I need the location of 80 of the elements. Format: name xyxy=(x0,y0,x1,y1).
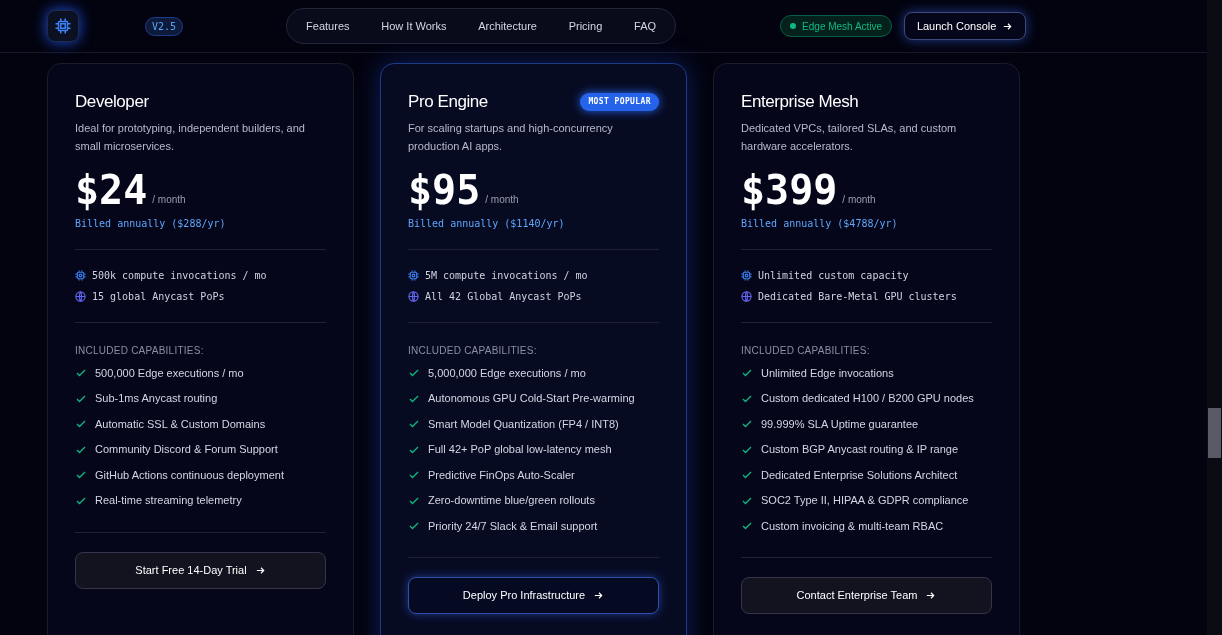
capability-text: Custom invoicing & multi-team RBAC xyxy=(761,518,944,534)
chip-icon xyxy=(408,270,419,281)
capability-text: Unlimited Edge invocations xyxy=(761,365,894,381)
capabilities-heading: INCLUDED CAPABILITIES: xyxy=(741,344,871,358)
capability-text: 5,000,000 Edge executions / mo xyxy=(428,365,586,381)
scrollbar-thumb[interactable] xyxy=(1208,408,1221,458)
globe-icon xyxy=(741,291,752,302)
nav-link[interactable]: FAQ xyxy=(634,17,657,35)
check-icon xyxy=(741,418,753,430)
capability-text: Full 42+ PoP global low-latency mesh xyxy=(428,442,612,458)
check-icon xyxy=(75,367,87,379)
plan-button[interactable]: Start Free 14-Day Trial xyxy=(75,551,326,589)
capability-text: 99.999% SLA Uptime guarantee xyxy=(761,416,919,432)
arrow-right-icon xyxy=(254,564,266,576)
plan-price: $95 xyxy=(408,169,481,211)
check-icon xyxy=(408,520,420,532)
capability-text: Automatic SSL & Custom Domains xyxy=(95,416,266,432)
capability-text: Smart Model Quantization (FP4 / INT8) xyxy=(428,416,619,432)
globe-icon xyxy=(408,291,419,302)
version-badge: V2.5 xyxy=(145,16,184,36)
plan-price: $24 xyxy=(75,169,148,211)
plan-description: For scaling startups and high-concurrency production AI apps. xyxy=(408,121,614,154)
plan-name: Enterprise Mesh xyxy=(741,91,859,114)
limit-text: All 42 Global Anycast PoPs xyxy=(425,290,582,304)
plan-price: $399 xyxy=(741,169,838,211)
capability-text: Sub-1ms Anycast routing xyxy=(95,391,218,407)
price-period: / month xyxy=(152,193,186,207)
capability-text: Zero-downtime blue/green rollouts xyxy=(428,493,595,509)
capability-text: Predictive FinOps Auto-Scaler xyxy=(428,467,575,483)
capability-text: SOC2 Type II, HIPAA & GDPR compliance xyxy=(761,493,969,509)
check-icon xyxy=(408,469,420,481)
arrow-right-icon xyxy=(593,590,605,601)
plan-button[interactable]: Contact Enterprise Team xyxy=(741,577,992,614)
chip-icon xyxy=(75,270,86,281)
check-icon xyxy=(741,367,753,379)
limit-text: 15 global Anycast PoPs xyxy=(92,290,225,304)
capability-text: 500,000 Edge executions / mo xyxy=(95,365,244,381)
capabilities-heading: INCLUDED CAPABILITIES: xyxy=(408,344,538,358)
chip-icon xyxy=(741,270,752,281)
arrow-right-icon xyxy=(1002,20,1014,32)
limit-text: 500k compute invocations / mo xyxy=(92,269,267,283)
plan-description: Dedicated VPCs, tailored SLAs, and custom hardware accelerators. xyxy=(741,121,958,154)
nav-link[interactable]: Features xyxy=(306,17,350,35)
check-icon xyxy=(75,469,87,481)
check-icon xyxy=(408,418,420,430)
nav-link[interactable]: Architecture xyxy=(478,17,537,35)
plan-name: Developer xyxy=(75,91,149,114)
scrollbar[interactable] xyxy=(1207,0,1222,635)
capabilities-heading: INCLUDED CAPABILITIES: xyxy=(75,344,205,358)
price-period: / month xyxy=(842,193,876,207)
check-icon xyxy=(408,367,420,379)
chip-logo-icon xyxy=(47,10,79,42)
check-icon xyxy=(741,520,753,532)
capability-text: Community Discord & Forum Support xyxy=(95,442,278,458)
capability-text: Real-time streaming telemetry xyxy=(95,493,242,509)
check-icon xyxy=(741,469,753,481)
capability-text: Custom BGP Anycast routing & IP range xyxy=(761,442,959,458)
globe-icon xyxy=(75,291,86,302)
billing-note: Billed annually ($288/yr) xyxy=(75,217,227,231)
status-label: Edge Mesh Active xyxy=(802,19,883,34)
limit-text: 5M compute invocations / mo xyxy=(425,269,588,283)
launch-console-button[interactable]: Launch Console xyxy=(904,12,1027,40)
capability-text: GitHub Actions continuous deployment xyxy=(95,467,284,483)
check-icon xyxy=(75,418,87,430)
billing-note: Billed annually ($4788/yr) xyxy=(741,217,899,231)
plan-button[interactable]: Deploy Pro Infrastructure xyxy=(408,577,659,614)
billing-note: Billed annually ($1140/yr) xyxy=(408,217,566,231)
arrow-right-icon xyxy=(925,590,937,601)
price-period: / month xyxy=(485,193,519,207)
plan-name: Pro Engine xyxy=(408,91,488,114)
popular-badge: MOST POPULAR xyxy=(580,93,659,111)
capability-text: Custom dedicated H100 / B200 GPU nodes xyxy=(761,391,974,407)
nav-link[interactable]: Pricing xyxy=(568,17,603,35)
limit-text: Unlimited custom capacity xyxy=(758,269,909,283)
plan-description: Ideal for prototyping, independent builders, and small microservices. xyxy=(75,121,306,154)
capability-text: Autonomous GPU Cold-Start Pre-warming xyxy=(428,391,635,407)
nav-link[interactable]: How It Works xyxy=(381,17,447,35)
capability-text: Dedicated Enterprise Solutions Architect xyxy=(761,467,958,483)
limit-text: Dedicated Bare-Metal GPU clusters xyxy=(758,290,957,304)
capability-text: Priority 24/7 Slack & Email support xyxy=(428,518,598,534)
